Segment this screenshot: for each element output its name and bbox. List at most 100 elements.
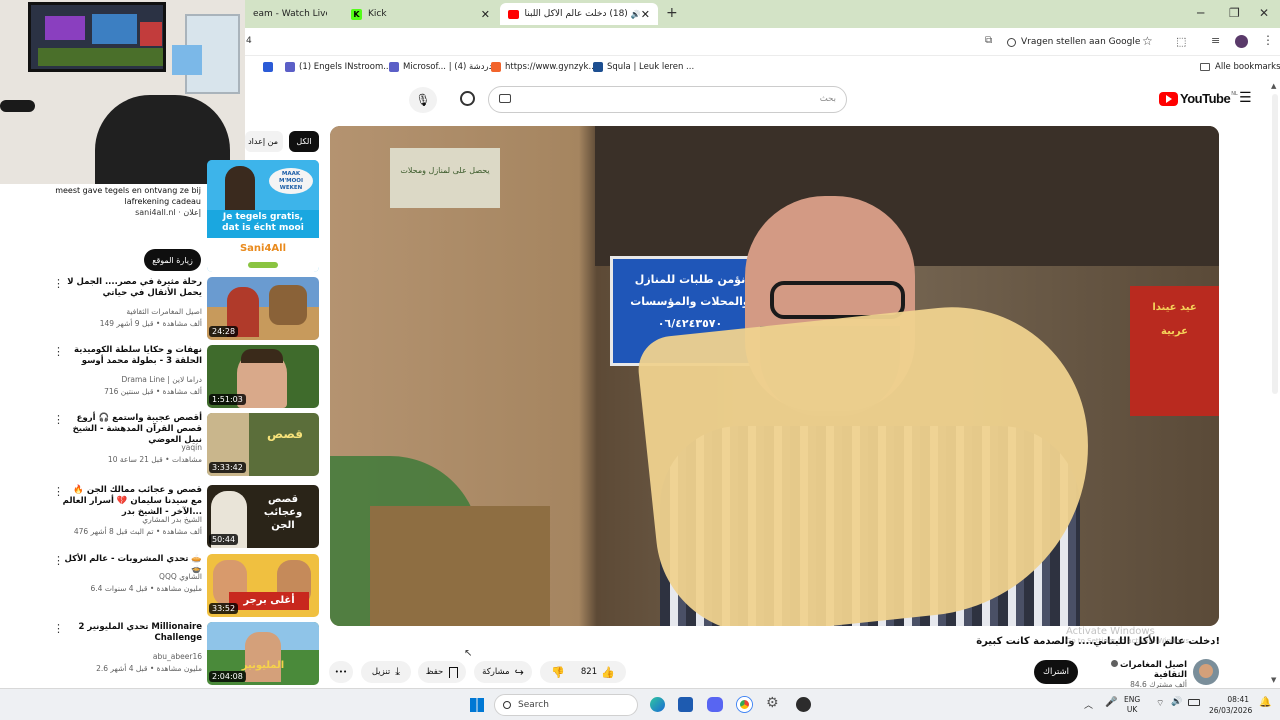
video-player[interactable]: يحصل على لمنازل ومحلات نؤمن طلبات للمناز… (330, 126, 1219, 626)
keyboard-icon[interactable] (499, 94, 511, 103)
windows-start-icon[interactable] (470, 698, 484, 712)
bookmark-gynzy[interactable]: https://www.gynzyk... (491, 62, 597, 72)
dislike-icon[interactable]: 👎 (551, 666, 565, 679)
channel-avatar[interactable] (1193, 659, 1219, 685)
ask-google-button[interactable]: Vragen stellen aan Google (1007, 33, 1140, 51)
tray-chevron-icon[interactable]: ︿ (1084, 698, 1093, 711)
bookmark-microsoft[interactable]: Microsof... | دردشة (4) (389, 62, 492, 72)
minimize-icon[interactable]: ─ (1197, 6, 1204, 20)
duration-badge: 50:44 (209, 534, 239, 545)
rec-channel[interactable]: QQQ الشاوي (62, 572, 202, 581)
webcam-overlay (0, 0, 245, 184)
hamburger-menu-icon[interactable]: ☰ (1239, 90, 1252, 106)
microphone-icon[interactable]: 🎙 (409, 87, 437, 113)
restore-icon[interactable]: ❐ (1229, 6, 1240, 20)
profile-avatar[interactable] (1235, 35, 1248, 48)
install-app-icon[interactable]: ⧉ (985, 35, 992, 46)
subscribe-button[interactable]: اشتراك (1034, 660, 1078, 684)
download-icon: ⤓ (395, 665, 401, 678)
extensions-icon[interactable]: ⬚ (1176, 35, 1186, 48)
notifications-icon[interactable]: 🔔 (1259, 697, 1271, 708)
bookmark-star-icon[interactable]: ☆ (1142, 34, 1153, 48)
battery-icon[interactable] (1188, 699, 1200, 706)
browser-menu-icon[interactable]: ⋮ (1262, 33, 1274, 47)
list-item[interactable]: ⋮ أقصص عجيبة واستمع 🎧 أروع قصص القرآن ال… (50, 413, 320, 477)
download-button[interactable]: تنزيل ⤓ (361, 661, 411, 683)
mic-tray-icon[interactable]: 🎤 (1105, 697, 1117, 708)
tab-youtube-active[interactable]: (18) دخلت عالم الأكل اللبناني 🔊 ✕ (500, 3, 658, 25)
new-tab-plus-icon[interactable]: + (666, 5, 678, 21)
app-icon[interactable] (796, 697, 811, 712)
taskbar-search-input[interactable]: Search (494, 694, 638, 716)
page-scrollbar[interactable]: ▲ ▼ (1270, 82, 1280, 688)
rec-channel[interactable]: Drama Line | دراما لاين (62, 375, 202, 384)
rec-channel[interactable]: الشيخ بدر المشاري (62, 515, 202, 524)
list-item[interactable]: ⋮ قصص و عجائب ممالك الجن 🔥 مع سيدنا سليم… (50, 485, 320, 549)
discord-icon[interactable] (707, 697, 723, 712)
volume-icon[interactable]: 🔊 (1171, 697, 1182, 707)
bookmark-squla[interactable]: Squla | Leuk leren ... (593, 62, 694, 72)
chip-all[interactable]: الكل (289, 131, 319, 152)
all-bookmarks[interactable]: Alle bookmarks (1200, 62, 1280, 72)
scroll-up-icon[interactable]: ▲ (1271, 82, 1276, 90)
youtube-logo[interactable]: YouTube NL (1159, 91, 1238, 106)
chip-related[interactable]: من إعداد (245, 131, 283, 152)
list-item[interactable]: ⋮ تحدي المشروبات - عالم الأكل 🥧 🍲 QQQ ال… (50, 554, 320, 618)
scrollbar-thumb[interactable] (1272, 94, 1278, 394)
bookmark-app-icon[interactable] (263, 62, 273, 72)
chrome-icon[interactable] (737, 697, 752, 712)
tab-close-icon[interactable]: ✕ (481, 8, 490, 21)
channel-info[interactable]: اصيل المغامرات الثقافية 84.6 ألف مشترك (1092, 660, 1187, 689)
search-button-icon[interactable] (460, 91, 475, 106)
subscribe-label: اشتراك (1042, 667, 1070, 677)
clock[interactable]: 08:41 26/03/2026 (1209, 694, 1252, 716)
search-input[interactable]: بحث (488, 86, 847, 113)
speaker-icon[interactable]: 🔊 (631, 10, 641, 19)
rec-thumbnail[interactable]: المليونير 2:04:08 (207, 622, 319, 685)
list-item[interactable]: ⋮ تحدي المليونير 2 Millionaire Challenge… (50, 622, 320, 686)
rec-title[interactable]: قصص و عجائب ممالك الجن 🔥 مع سيدنا سليمان… (62, 485, 202, 518)
tab-close-icon[interactable]: ✕ (641, 8, 650, 21)
url-fragment[interactable]: 4 (246, 36, 252, 46)
rec-title[interactable]: أقصص عجيبة واستمع 🎧 أروع قصص القرآن المد… (62, 413, 202, 446)
visit-site-button[interactable]: زيارة الموقع (144, 249, 201, 271)
wifi-icon[interactable]: ⌔ (1156, 698, 1164, 709)
rec-thumbnail[interactable]: قصص وعجائب الجن 50:44 (207, 485, 319, 548)
rec-thumbnail[interactable]: أغلى برجر 33:52 (207, 554, 319, 617)
ad-text[interactable]: meest gave tegels en ontvang ze bij lafr… (50, 185, 201, 218)
channel-name[interactable]: اصيل المغامرات الثقافية (1120, 660, 1187, 680)
rec-channel[interactable]: yaqin (62, 443, 202, 452)
more-actions-button[interactable]: ••• (329, 661, 353, 683)
rec-channel[interactable]: abu_abeer16 (62, 652, 202, 661)
scroll-down-icon[interactable]: ▼ (1271, 676, 1276, 684)
list-item[interactable]: ⋮ رحلة مثيرة في مصر.... الجمل لا يحمل ال… (50, 277, 320, 341)
ad-thumbnail[interactable]: MAAK M'MOOI WEKEN Je tegels gratis, dat … (207, 160, 319, 272)
red-sign-line-2: عربية (1161, 326, 1188, 337)
red-sign-line-1: عيد عيندا (1152, 302, 1197, 313)
rec-title[interactable]: تحدي المليونير 2 Millionaire Challenge (62, 622, 202, 644)
share-button[interactable]: مشاركة ↪ (474, 661, 532, 683)
edge-icon[interactable] (650, 697, 665, 712)
like-icon[interactable]: 👍 (601, 666, 615, 679)
save-button[interactable]: حفظ (418, 661, 466, 683)
rec-thumbnail[interactable]: 24:28 (207, 277, 319, 340)
rec-thumbnail[interactable]: قصص 3:33:42 (207, 413, 319, 476)
reading-list-icon[interactable]: ≡ (1211, 34, 1220, 47)
download-label: تنزيل (371, 667, 391, 677)
tab-stream-label: eam - Watch Live or (253, 9, 327, 19)
like-count[interactable]: 821 (581, 667, 597, 677)
tab-kick[interactable]: K Kick ✕ (343, 3, 498, 25)
rec-thumbnail[interactable]: 1:51:03 (207, 345, 319, 408)
rec-title[interactable]: نهفات و حكايا سلطة الكوميدية الحلقة 3 - … (62, 345, 202, 367)
store-icon[interactable] (678, 697, 693, 712)
tab-stream[interactable]: eam - Watch Live or (245, 3, 335, 25)
verified-icon (1111, 660, 1119, 667)
language-indicator[interactable]: ENG UK (1124, 695, 1140, 715)
settings-gear-icon[interactable]: ⚙ (766, 695, 779, 711)
list-item[interactable]: ⋮ نهفات و حكايا سلطة الكوميدية الحلقة 3 … (50, 345, 320, 409)
close-window-icon[interactable]: ✕ (1259, 6, 1269, 20)
rec-channel[interactable]: اصيل المغامرات الثقافية (62, 307, 202, 316)
bookmark-engels[interactable]: (1) Engels INstroom... (285, 62, 391, 72)
rec-title[interactable]: رحلة مثيرة في مصر.... الجمل لا يحمل الأث… (62, 277, 202, 299)
rec-meta: 6.4 مليون مشاهدة • قبل 4 سنوات (90, 584, 203, 593)
